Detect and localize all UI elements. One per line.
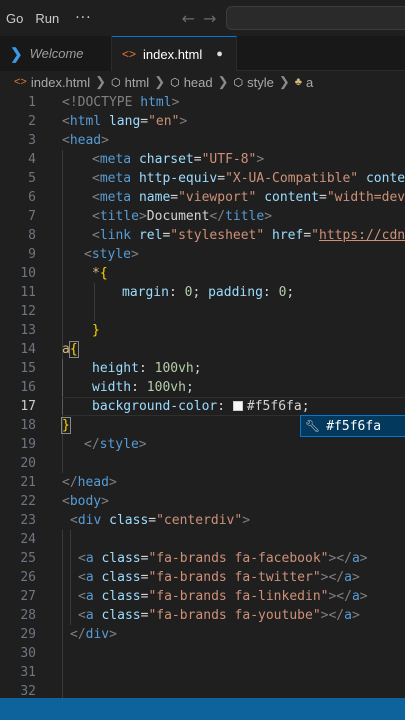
line-number: 21 [20, 475, 36, 490]
code-line-7: <title>Document</title> [92, 209, 273, 224]
code-line-29: </div> [70, 627, 117, 642]
menu-run[interactable]: Run [29, 11, 65, 26]
line-number: 22 [20, 494, 36, 509]
back-arrow-icon[interactable]: ← [182, 9, 195, 28]
line-number: 20 [20, 456, 36, 471]
element-cube-icon: ⬡ [111, 76, 121, 89]
line-number: 10 [20, 266, 36, 281]
line-number: 17 [20, 399, 36, 414]
line-number: 2 [28, 114, 36, 129]
line-number: 4 [28, 152, 36, 167]
breadcrumb-item-file[interactable]: index.html [31, 75, 90, 90]
suggestion-label: #f5f6fa [326, 418, 382, 434]
line-number: 15 [20, 361, 36, 376]
menu-bar: Go Run ··· ← → [0, 0, 405, 36]
html-file-icon: <> [122, 47, 137, 61]
line-number: 27 [20, 589, 36, 604]
breadcrumb-item-html[interactable]: html [125, 75, 150, 90]
line-number: 16 [20, 380, 36, 395]
code-line-9: <style> [84, 247, 139, 262]
line-number: 13 [20, 323, 36, 338]
line-number: 9 [28, 247, 36, 262]
chevron-right-icon: ❯ [217, 74, 229, 89]
forward-arrow-icon[interactable]: → [203, 9, 216, 28]
indent-guide [94, 283, 95, 321]
code-line-8: <link rel="stylesheet" href="https://cdn… [92, 226, 405, 245]
code-line-17: background-color: #f5f6fa; [92, 399, 310, 414]
line-number: 32 [20, 684, 36, 698]
code-line-14: a{ [62, 341, 79, 358]
line-number: 25 [20, 551, 36, 566]
menu-go[interactable]: Go [0, 11, 29, 26]
line-number: 26 [20, 570, 36, 585]
line-number: 14 [20, 342, 36, 357]
editor-tab-bar: ❯ Welcome <> index.html ● [0, 36, 405, 71]
line-number: 18 [20, 418, 36, 433]
color-suggestion-widget[interactable]: 🔧︎ #f5f6fa [300, 415, 405, 437]
line-number: 6 [28, 190, 36, 205]
code-line-26: <a class="fa-brands fa-twitter"></a> [78, 570, 360, 585]
line-number: 29 [20, 627, 36, 642]
unsaved-dot-icon[interactable]: ● [216, 48, 223, 60]
css-rule-icon: ♣ [294, 76, 302, 88]
code-line-4: <meta charset="UTF-8"> [92, 152, 265, 167]
line-number: 12 [20, 304, 36, 319]
line-number: 8 [28, 228, 36, 243]
line-number: 5 [28, 171, 36, 186]
code-line-16: width: 100vh; [92, 380, 194, 395]
element-cube-icon: ⬡ [233, 76, 244, 89]
code-line-1: <!DOCTYPE html> [62, 95, 180, 110]
wrench-icon: 🔧︎ [305, 419, 321, 433]
status-bar [0, 698, 405, 720]
line-number: 19 [20, 437, 36, 452]
line-number: 1 [28, 95, 36, 110]
code-line-18: } [61, 417, 71, 434]
chevron-right-icon: ❯ [95, 74, 107, 89]
line-number: 28 [20, 608, 36, 623]
breadcrumb: <> index.html ❯ ⬡ html ❯ ⬡ head ❯ ⬡ styl… [0, 71, 405, 93]
code-line-25: <a class="fa-brands fa-facebook"></a> [78, 551, 368, 566]
code-line-11: margin: 0; padding: 0; [122, 285, 295, 300]
vscode-logo-icon: ❯ [10, 45, 23, 63]
line-number: 23 [20, 513, 36, 528]
line-number: 24 [20, 532, 36, 547]
code-line-28: <a class="fa-brands fa-youtube"></a> [78, 608, 360, 623]
url-link[interactable]: https://cdnj [319, 228, 405, 243]
code-line-13: } [92, 323, 100, 338]
command-center-search[interactable] [226, 6, 405, 30]
tab-label: Welcome [29, 46, 84, 61]
indent-guide [70, 530, 71, 625]
chevron-right-icon: ❯ [278, 74, 290, 89]
tab-welcome[interactable]: ❯ Welcome [0, 36, 112, 71]
code-line-10: *{ [92, 266, 108, 281]
line-number: 31 [20, 665, 36, 680]
breadcrumb-item-a[interactable]: a [306, 75, 313, 90]
breadcrumb-item-style[interactable]: style [247, 75, 274, 90]
code-line-6: <meta name="viewport" content="width=dev… [92, 190, 405, 205]
code-line-23: <div class="centerdiv"> [70, 513, 251, 528]
more-menu-icon[interactable]: ··· [65, 10, 101, 26]
code-line-5: <meta http-equiv="X-UA-Compatible" conte… [92, 171, 405, 186]
code-line-27: <a class="fa-brands fa-linkedin"></a> [78, 589, 368, 604]
code-line-21: </head> [62, 475, 117, 490]
line-number: 3 [28, 133, 36, 148]
html-file-icon: <> [14, 76, 27, 88]
line-number: 11 [20, 285, 36, 300]
indent-guide [62, 530, 63, 698]
code-line-3: <head> [62, 133, 109, 148]
code-line-22: <body> [62, 494, 109, 509]
line-number: 30 [20, 646, 36, 661]
element-cube-icon: ⬡ [170, 76, 180, 89]
tab-label: index.html [143, 46, 203, 62]
line-number: 7 [28, 209, 36, 224]
tab-index-html[interactable]: <> index.html ● [112, 36, 237, 71]
code-line-15: height: 100vh; [92, 361, 202, 376]
code-line-2: <html lang="en"> [62, 114, 188, 129]
breadcrumb-item-head[interactable]: head [184, 75, 213, 90]
color-swatch[interactable] [232, 401, 243, 411]
code-editor[interactable]: 1 2 3 4 5 6 7 8 9 10 11 12 13 14 15 16 17 18 19 20 21 22 23 24 2… [0, 93, 405, 698]
chevron-right-icon: ❯ [154, 74, 166, 89]
code-line-19: </style> [84, 437, 147, 452]
